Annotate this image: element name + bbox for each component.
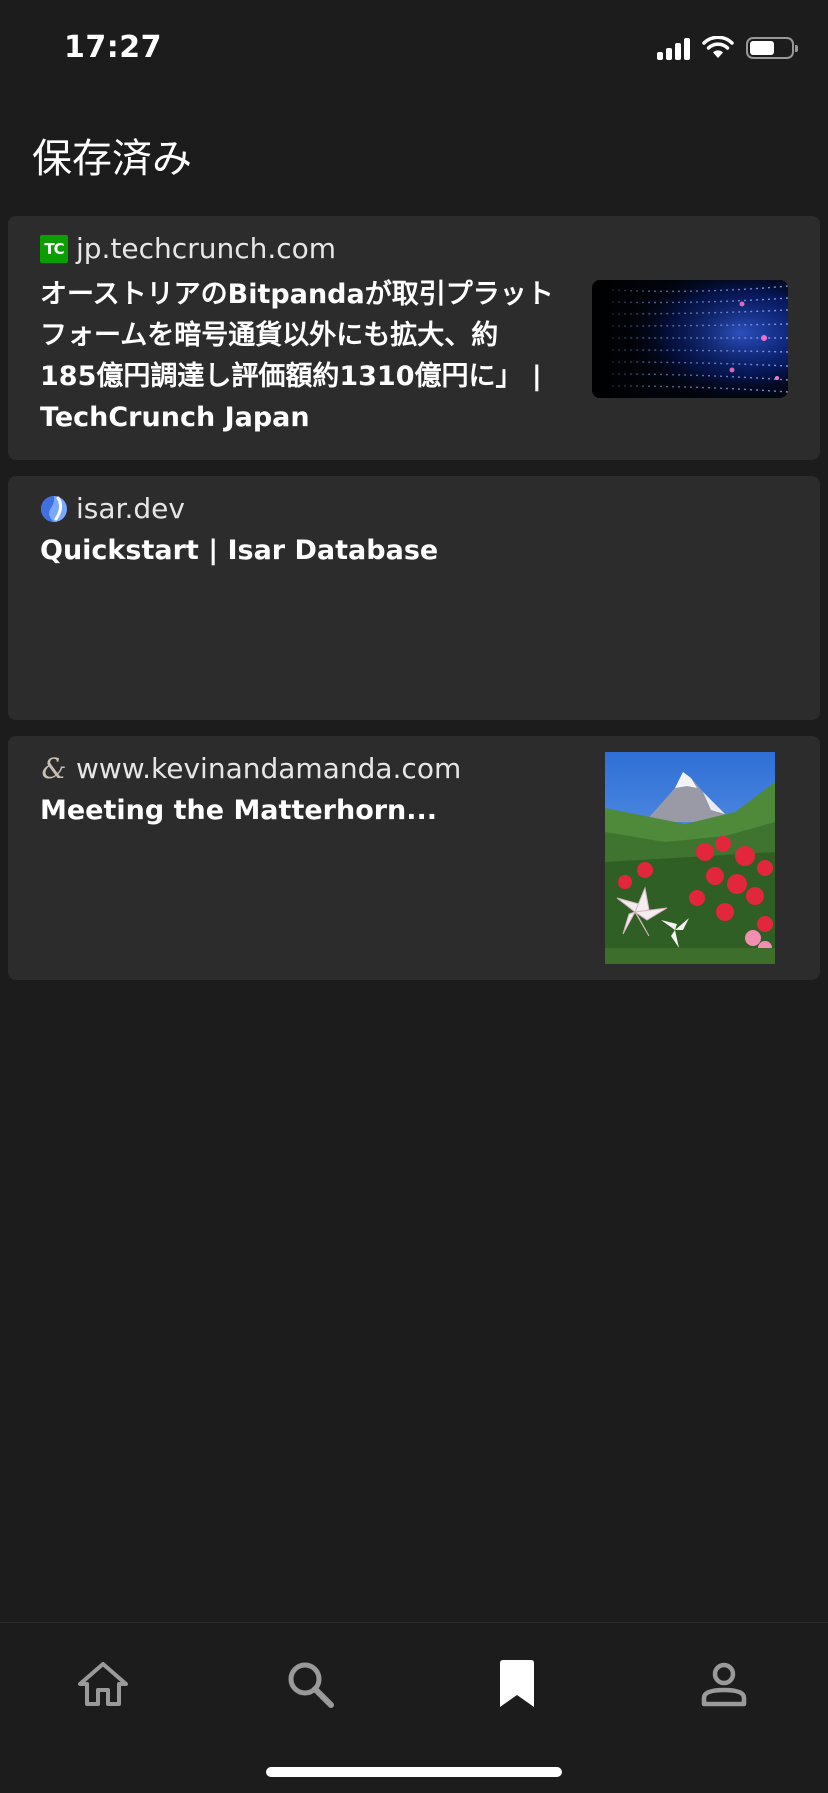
cellular-signal-icon — [657, 36, 690, 60]
site-domain: isar.dev — [76, 492, 185, 525]
site-domain: jp.techcrunch.com — [76, 232, 337, 265]
card-title: オーストリアのBitpandaが取引プラット フォームを暗号通貨以外にも拡大、約… — [40, 274, 554, 438]
title-line: TechCrunch Japan — [40, 402, 310, 433]
title-line: Quickstart | Isar Database — [40, 535, 439, 566]
title-line: フォームを暗号通貨以外にも拡大、約 — [40, 320, 499, 351]
digital-lights-image — [592, 280, 788, 398]
card-title: Quickstart | Isar Database — [40, 530, 438, 571]
article-thumbnail — [605, 752, 775, 964]
saved-item-card[interactable]: & www.kevinandamanda.com Meeting the Mat… — [8, 736, 820, 980]
title-line: 185億円調達し評価額約1310億円に」 | — [40, 361, 542, 392]
card-title: Meeting the Matterhorn... — [40, 790, 437, 831]
page-title: 保存済み — [32, 136, 192, 182]
isar-logo-icon — [40, 495, 68, 523]
article-thumbnail — [592, 280, 788, 398]
tab-bar — [0, 1622, 828, 1793]
status-time: 17:27 — [64, 30, 162, 65]
card-site: TC jp.techcrunch.com — [40, 232, 336, 265]
saved-item-card[interactable]: TC jp.techcrunch.com オーストリアのBitpandaが取引プ… — [8, 216, 820, 460]
tab-saved[interactable] — [482, 1649, 552, 1719]
title-line: Meeting the Matterhorn... — [40, 795, 438, 826]
wifi-icon — [702, 36, 734, 58]
status-bar: 17:27 — [0, 0, 828, 100]
home-icon — [78, 1662, 128, 1706]
profile-icon — [701, 1662, 747, 1707]
techcrunch-logo-icon: TC — [40, 234, 68, 263]
site-domain: www.kevinandamanda.com — [76, 752, 462, 785]
battery-level — [750, 41, 774, 55]
tab-home[interactable] — [68, 1649, 138, 1719]
battery-icon — [746, 37, 798, 59]
home-indicator — [266, 1767, 562, 1777]
card-site: isar.dev — [40, 492, 185, 525]
tab-profile[interactable] — [689, 1649, 759, 1719]
saved-item-card[interactable]: isar.dev Quickstart | Isar Database — [8, 476, 820, 720]
title-line: オーストリアのBitpandaが取引プラット — [40, 279, 554, 310]
bookmark-icon — [500, 1660, 534, 1707]
card-site: & www.kevinandamanda.com — [40, 752, 462, 785]
tab-search[interactable] — [275, 1649, 345, 1719]
matterhorn-flowers-image — [605, 752, 775, 964]
status-icons — [657, 36, 798, 60]
ampersand-logo-icon: & — [41, 752, 67, 785]
search-icon — [288, 1662, 334, 1708]
